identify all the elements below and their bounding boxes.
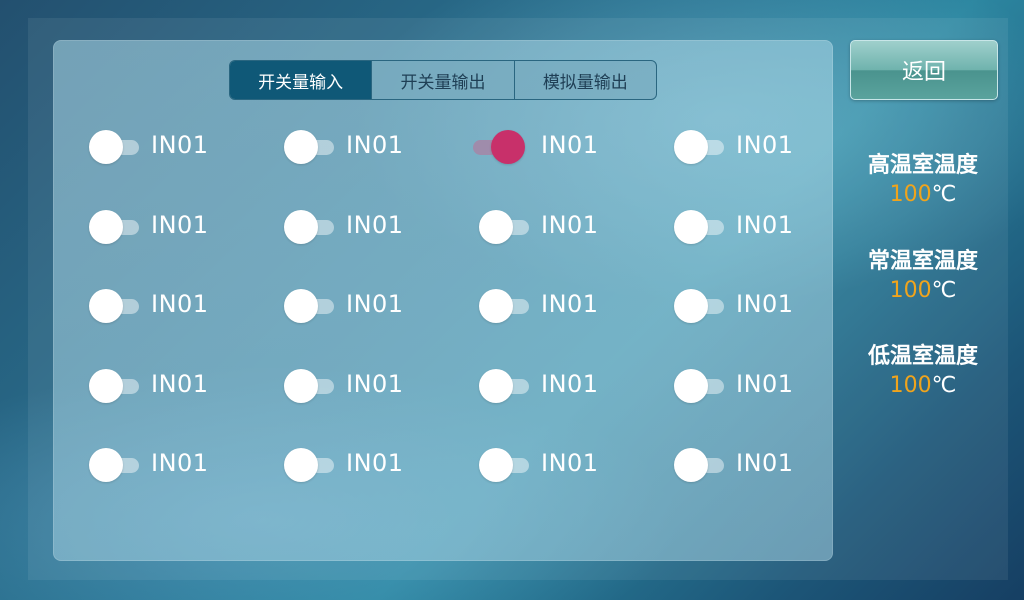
toggle-knob bbox=[89, 448, 123, 482]
input-item: IN01 bbox=[479, 284, 674, 364]
toggle-knob bbox=[674, 289, 708, 323]
toggle-knob bbox=[674, 368, 708, 403]
back-button[interactable]: 返回 bbox=[850, 40, 998, 100]
input-toggle[interactable] bbox=[479, 287, 531, 323]
input-toggle[interactable] bbox=[284, 446, 336, 482]
input-item: IN01 bbox=[284, 364, 479, 444]
input-item: IN01 bbox=[674, 284, 869, 364]
toggle-knob bbox=[479, 289, 513, 323]
input-item: IN01 bbox=[89, 284, 284, 364]
input-item: IN01 bbox=[674, 205, 869, 285]
input-label: IN01 bbox=[541, 210, 599, 239]
input-toggle[interactable] bbox=[284, 367, 336, 403]
normal-temp-unit: ℃ bbox=[931, 278, 957, 303]
input-item: IN01 bbox=[479, 364, 674, 444]
input-label: IN01 bbox=[736, 449, 794, 477]
input-label: IN01 bbox=[541, 369, 599, 398]
input-label: IN01 bbox=[151, 210, 209, 239]
normal-temp-value: 100℃ bbox=[850, 278, 996, 303]
input-item: IN01 bbox=[89, 443, 284, 523]
input-toggle[interactable] bbox=[674, 128, 726, 164]
input-label: IN01 bbox=[151, 449, 209, 477]
input-item: IN01 bbox=[473, 125, 674, 205]
high-temp-unit: ℃ bbox=[931, 182, 957, 207]
input-label: IN01 bbox=[541, 449, 599, 477]
toggle-knob bbox=[284, 368, 318, 403]
input-item: IN01 bbox=[674, 443, 869, 523]
input-item: IN01 bbox=[89, 205, 284, 285]
toggle-knob bbox=[674, 448, 708, 482]
input-label: IN01 bbox=[736, 210, 794, 239]
toggle-knob bbox=[284, 209, 318, 244]
input-toggle[interactable] bbox=[284, 128, 336, 164]
input-label: IN01 bbox=[151, 131, 209, 159]
low-temp-unit: ℃ bbox=[931, 373, 957, 398]
toggle-knob bbox=[674, 209, 708, 244]
input-item: IN01 bbox=[284, 443, 479, 523]
input-label: IN01 bbox=[346, 290, 404, 318]
normal-temp-number: 100 bbox=[889, 278, 932, 303]
toggle-knob bbox=[284, 448, 318, 482]
input-toggle[interactable] bbox=[479, 367, 531, 403]
input-toggle[interactable] bbox=[674, 287, 726, 323]
tab-digital-output[interactable]: 开关量输出 bbox=[371, 61, 513, 99]
toggle-knob bbox=[89, 209, 123, 244]
input-label: IN01 bbox=[736, 131, 794, 159]
input-toggle[interactable] bbox=[89, 208, 141, 244]
input-label: IN01 bbox=[346, 369, 404, 398]
toggle-knob bbox=[479, 448, 513, 482]
tab-analog-output[interactable]: 模拟量输出 bbox=[513, 61, 656, 99]
input-toggle[interactable] bbox=[674, 446, 726, 482]
input-item: IN01 bbox=[284, 205, 479, 285]
input-label: IN01 bbox=[346, 131, 404, 159]
input-label: IN01 bbox=[151, 290, 209, 318]
low-temp-title: 低温室温度 bbox=[867, 344, 978, 369]
input-item: IN01 bbox=[89, 364, 284, 444]
input-item: IN01 bbox=[674, 125, 869, 205]
input-toggle[interactable] bbox=[89, 446, 141, 482]
input-toggle[interactable] bbox=[89, 367, 141, 403]
input-toggle[interactable] bbox=[89, 287, 141, 323]
input-toggle[interactable] bbox=[479, 446, 531, 482]
input-item: IN01 bbox=[674, 364, 869, 444]
input-label: IN01 bbox=[736, 290, 794, 318]
input-label: IN01 bbox=[151, 369, 209, 398]
input-item: IN01 bbox=[479, 205, 674, 285]
input-grid: IN01 IN01 IN01 IN01 IN01 IN01 IN01 IN01 IN01 IN01… bbox=[89, 125, 869, 523]
input-label: IN01 bbox=[346, 210, 404, 239]
io-panel: 开关量输入 开关量输出 模拟量输出 IN01 IN01 IN01 IN01 IN01 IN… bbox=[53, 40, 833, 561]
toggle-knob bbox=[284, 289, 318, 323]
input-toggle[interactable] bbox=[89, 128, 141, 164]
toggle-knob bbox=[479, 368, 513, 403]
toggle-knob bbox=[491, 130, 525, 164]
toggle-knob bbox=[89, 368, 123, 403]
high-temp-number: 100 bbox=[889, 182, 932, 207]
high-temp-value: 100℃ bbox=[850, 182, 996, 207]
input-label: IN01 bbox=[736, 369, 794, 398]
input-item: IN01 bbox=[89, 125, 284, 205]
input-item: IN01 bbox=[284, 125, 479, 205]
toggle-knob bbox=[479, 209, 513, 244]
input-toggle[interactable] bbox=[674, 208, 726, 244]
low-temp-value: 100℃ bbox=[850, 373, 996, 398]
input-toggle[interactable] bbox=[284, 287, 336, 323]
input-label: IN01 bbox=[346, 449, 404, 477]
input-toggle[interactable] bbox=[479, 208, 531, 244]
high-temp-title: 高温室温度 bbox=[867, 153, 978, 178]
toggle-knob bbox=[89, 289, 123, 323]
input-label: IN01 bbox=[541, 290, 599, 318]
input-toggle[interactable] bbox=[284, 208, 336, 244]
toggle-knob bbox=[89, 130, 123, 164]
input-label: IN01 bbox=[541, 131, 599, 159]
input-item: IN01 bbox=[284, 284, 479, 364]
normal-temp-title: 常温室温度 bbox=[867, 249, 978, 274]
tab-bar: 开关量输入 开关量输出 模拟量输出 bbox=[229, 60, 657, 100]
tab-digital-input[interactable]: 开关量输入 bbox=[230, 61, 372, 99]
input-toggle[interactable] bbox=[473, 128, 531, 164]
toggle-knob bbox=[284, 130, 318, 164]
low-temp-number: 100 bbox=[889, 373, 932, 398]
input-item: IN01 bbox=[479, 443, 674, 523]
toggle-knob bbox=[674, 130, 708, 164]
input-toggle[interactable] bbox=[674, 367, 726, 403]
